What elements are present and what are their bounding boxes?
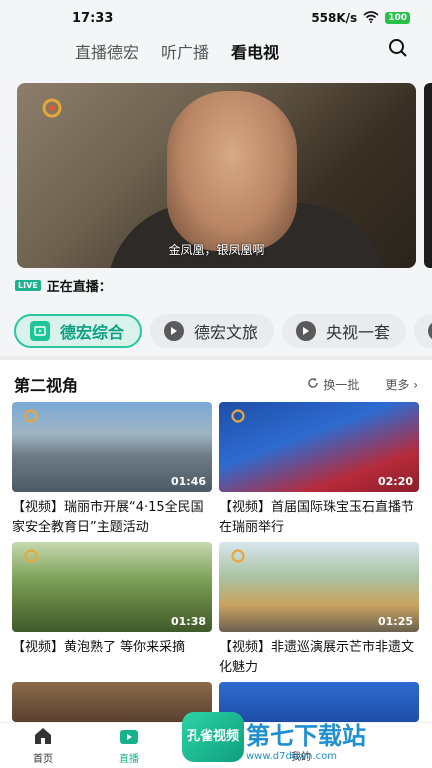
station-logo [22,408,40,428]
video-duration: 01:46 [170,475,206,488]
status-bar: 17:33 558K/s 100 [0,0,432,36]
video-thumbnail: 01:25 [219,542,419,632]
video-thumbnail: 01:46 [12,402,212,492]
tab-tv[interactable]: 看电视 [231,39,279,63]
live-now-label: 正在直播： [46,280,112,295]
channel-dehong-culture[interactable]: 德宏文旅 [150,314,275,348]
play-icon [164,321,185,341]
video-card[interactable] [12,682,212,722]
next-slide-peek[interactable] [424,83,432,268]
video-thumbnail: 02:20 [219,402,419,492]
video-card[interactable]: 01:46 【视频】瑞丽市开展“4·15全民国家安全教育日”主题活动 [12,402,212,538]
section-title: 第二视角 [14,376,79,395]
section-header: 第二视角 换一批 更多 › [14,372,418,396]
tv-icon [30,321,50,341]
video-thumbnail: 01:38 [12,542,212,632]
live-badge: LIVE [15,280,41,291]
video-title: 【视频】黄泡熟了 等你来采摘 [12,640,186,655]
tab-live-dehong[interactable]: 直播德宏 [75,39,139,63]
video-thumbnail [12,682,212,722]
video-title: 【视频】首届国际珠宝玉石直播节在瑞丽举行 [219,500,415,535]
refresh-button[interactable]: 换一批 [307,376,359,393]
tab-radio[interactable]: 听广播 [161,39,209,63]
channel-more-peek[interactable] [414,314,432,348]
tv-icon [119,727,139,748]
video-duration: 01:25 [377,615,413,628]
refresh-label: 换一批 [323,377,360,392]
wifi-icon [363,10,379,26]
second-view-section: 第二视角 换一批 更多 › 01:46 【视频】瑞丽市开展“4·15全民国家安全… [0,360,432,722]
play-icon [296,321,317,341]
live-now-row: LIVE 正在直播： [15,276,112,295]
watermark-brand: 第七下载站 www.d7down.com [246,724,366,762]
home-icon [33,727,53,748]
channel-list: 德宏综合 德宏文旅 央视一套 [14,314,432,348]
nav-live[interactable]: 直播 [86,723,172,768]
channel-label: 德宏综合 [60,323,125,342]
video-duration: 01:38 [170,615,206,628]
channel-label: 央视一套 [326,323,391,342]
video-title: 【视频】非遗巡演展示芒市非遗文化魅力 [219,640,415,675]
station-logo [229,408,247,428]
station-logo [229,548,247,568]
watermark-logo: 孔雀视频 [182,712,244,762]
more-link[interactable]: 更多 › [385,376,418,393]
station-logo [39,97,65,125]
live-video-player[interactable]: 金凤凰，银凤凰啊 [17,83,416,268]
channel-label: 德宏文旅 [194,323,259,342]
video-card[interactable]: 01:25 【视频】非遗巡演展示芒市非遗文化魅力 [219,542,419,678]
play-icon [428,321,432,341]
video-title: 【视频】瑞丽市开展“4·15全民国家安全教育日”主题活动 [12,500,204,535]
top-tabs: 直播德宏 听广播 看电视 [0,36,432,66]
channel-dehong-general[interactable]: 德宏综合 [14,314,143,348]
network-speed: 558K/s [311,11,358,25]
status-time: 17:33 [72,10,114,26]
chevron-right-icon: › [413,377,418,392]
search-icon[interactable] [388,38,408,62]
nav-home[interactable]: 首页 [0,723,86,768]
battery-icon: 100 [385,12,410,24]
station-logo [22,548,40,568]
video-subtitle: 金凤凰，银凤凰啊 [168,243,265,257]
refresh-icon [307,377,319,392]
video-person-face [167,91,297,251]
video-duration: 02:20 [377,475,413,488]
video-card[interactable]: 01:38 【视频】黄泡熟了 等你来采摘 [12,542,212,658]
channel-cctv1[interactable]: 央视一套 [282,314,407,348]
video-card[interactable]: 02:20 【视频】首届国际珠宝玉石直播节在瑞丽举行 [219,402,419,538]
